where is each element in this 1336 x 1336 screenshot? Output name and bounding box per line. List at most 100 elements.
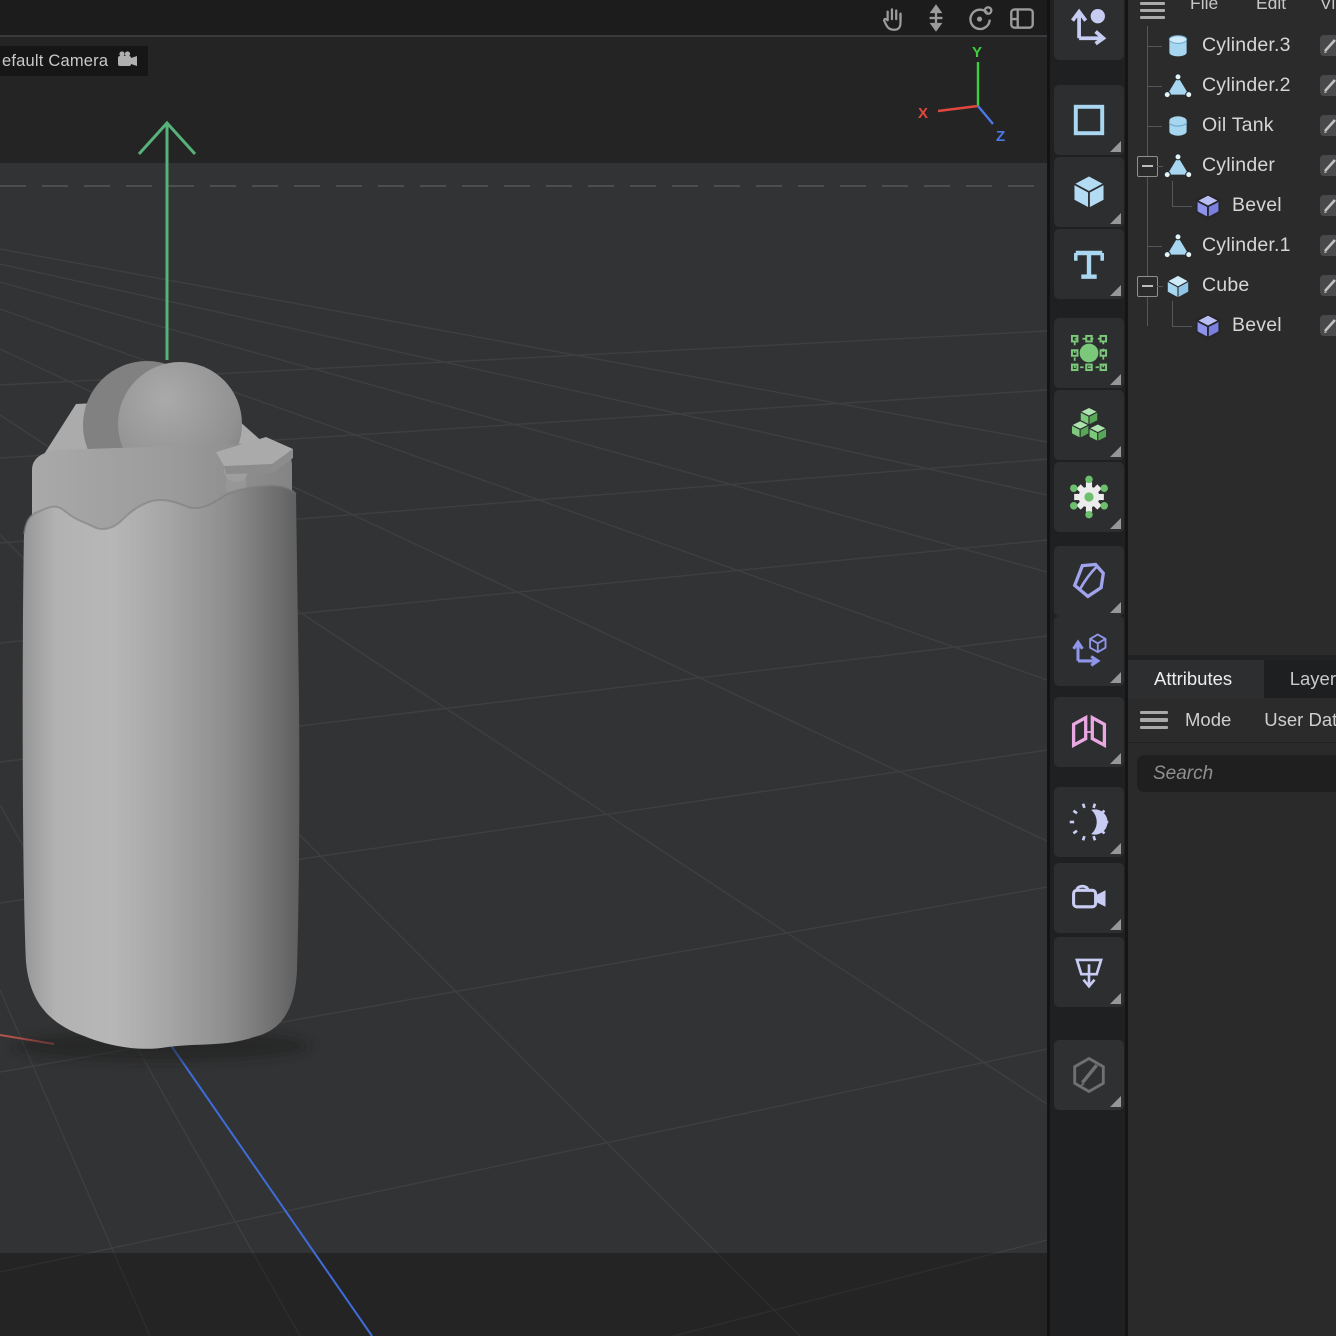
gizmo-y-label: Y — [972, 44, 982, 61]
object-row-bevel[interactable]: Bevel — [1128, 186, 1336, 226]
viewport-scene[interactable]: Y X Z — [0, 0, 1047, 1336]
flyout-corner — [1110, 446, 1121, 457]
polygon-object-icon — [1164, 152, 1192, 180]
pan-hand-icon[interactable] — [878, 3, 908, 33]
edit-toggle-icon[interactable] — [1320, 275, 1336, 296]
edit-toggle-icon[interactable] — [1320, 155, 1336, 176]
generator-gear-button[interactable] — [1054, 462, 1124, 532]
subdivision-surface-button[interactable] — [1054, 318, 1124, 388]
stage-object-button[interactable] — [1054, 937, 1124, 1007]
axis-modify-icon — [1067, 629, 1111, 673]
camera-label: efault Camera — [2, 52, 108, 71]
generator-gear-icon — [1067, 475, 1111, 519]
viewport-topbar — [0, 0, 1047, 37]
expander-minus[interactable] — [1137, 276, 1158, 297]
flyout-corner — [1110, 374, 1121, 385]
dolly-zoom-icon[interactable] — [921, 3, 951, 33]
object-row-bevel[interactable]: Bevel — [1128, 306, 1336, 346]
object-label: Cylinder.1 — [1202, 234, 1291, 257]
flyout-corner — [1110, 285, 1121, 296]
edit-toggle-icon[interactable] — [1320, 115, 1336, 136]
viewport-nav-tools — [878, 3, 1047, 33]
orbit-rotate-icon[interactable] — [964, 3, 994, 33]
tree-stub — [1147, 86, 1162, 87]
rectangle-spline-icon — [1067, 98, 1111, 142]
tree-stub — [1157, 166, 1163, 167]
tree-stub — [1157, 286, 1163, 287]
flyout-corner — [1110, 672, 1121, 683]
om-menu-edit[interactable]: Edit — [1256, 0, 1286, 14]
side-toolbar — [1047, 0, 1128, 1336]
rectangle-spline-button[interactable] — [1054, 85, 1124, 155]
sky-environment-button[interactable] — [1054, 787, 1124, 857]
attribute-menu-icon[interactable] — [1140, 707, 1168, 734]
object-label: Bevel — [1232, 194, 1282, 217]
stage-object-icon — [1067, 950, 1111, 994]
flyout-corner — [1110, 753, 1121, 764]
symmetry-icon — [1067, 710, 1111, 754]
lighter-model[interactable] — [14, 361, 310, 1061]
attribute-tabbar: AttributesLayer — [1128, 660, 1336, 698]
cube-primitive-icon — [1067, 170, 1111, 214]
axis-modify-button[interactable] — [1054, 616, 1124, 686]
edit-toggle-icon[interactable] — [1320, 195, 1336, 216]
attribute-menurow: Mode User Data — [1128, 698, 1336, 743]
move-tool-button[interactable] — [1054, 0, 1124, 60]
search-input[interactable]: Search — [1137, 755, 1336, 792]
cube-object-icon — [1164, 272, 1192, 300]
move-tool-icon — [1067, 3, 1111, 47]
tree-child-vline — [1172, 181, 1173, 206]
cinema4d-window: Y X Z efault Camera File Edit View Cylinde… — [0, 0, 1336, 1336]
flyout-corner — [1110, 213, 1121, 224]
camera-object-button[interactable] — [1054, 863, 1124, 933]
oil-tank-object-icon — [1164, 112, 1192, 140]
edit-toggle-icon[interactable] — [1320, 35, 1336, 56]
edit-toggle-icon[interactable] — [1320, 235, 1336, 256]
tab-attributes[interactable]: Attributes — [1128, 660, 1264, 698]
symmetry-button[interactable] — [1054, 697, 1124, 767]
tree-child-hline — [1172, 326, 1192, 327]
om-menu-view[interactable]: View — [1320, 0, 1336, 14]
object-label: Cylinder.2 — [1202, 74, 1291, 97]
flyout-corner — [1110, 518, 1121, 529]
object-manager: FileEditView Cylinder.3Cylinder.2Oil Tan… — [1128, 0, 1336, 655]
object-label: Cylinder — [1202, 154, 1275, 177]
om-menu-file[interactable]: File — [1190, 0, 1218, 14]
mode-menu[interactable]: Mode — [1185, 709, 1231, 731]
object-manager-menubar: File Edit View — [1128, 0, 1336, 23]
viewport[interactable]: Y X Z efault Camera — [0, 0, 1047, 1336]
right-panel: FileEditView Cylinder.3Cylinder.2Oil Tan… — [1128, 0, 1336, 1336]
tab-layer[interactable]: Layer — [1264, 660, 1336, 698]
flyout-corner — [1110, 141, 1121, 152]
toggle-layout-icon[interactable] — [1007, 3, 1037, 33]
cylinder-object-icon — [1164, 32, 1192, 60]
object-manager-menu-icon[interactable] — [1140, 2, 1165, 23]
tree-child-vline — [1172, 301, 1173, 326]
object-label: Bevel — [1232, 314, 1282, 337]
tree-stub — [1147, 246, 1162, 247]
bend-deformer-button[interactable] — [1054, 546, 1124, 616]
sky-environment-icon — [1067, 800, 1111, 844]
user-data-menu[interactable]: User Data — [1264, 709, 1336, 731]
object-label: Oil Tank — [1202, 114, 1274, 137]
flyout-corner — [1110, 843, 1121, 854]
edit-toggle-icon[interactable] — [1320, 315, 1336, 336]
edit-pencil-icon — [1067, 1053, 1111, 1097]
flyout-corner — [1110, 1096, 1121, 1107]
tree-child-hline — [1172, 206, 1192, 207]
edit-pencil-button[interactable] — [1054, 1040, 1124, 1110]
gizmo-x-label: X — [918, 105, 928, 122]
search-placeholder: Search — [1137, 763, 1213, 785]
text-tool-button[interactable] — [1054, 229, 1124, 299]
expander-minus[interactable] — [1137, 156, 1158, 177]
cube-primitive-button[interactable] — [1054, 157, 1124, 227]
tree-stub — [1147, 46, 1162, 47]
camera-dropdown[interactable]: efault Camera — [0, 46, 148, 76]
subdivision-surface-icon — [1067, 331, 1111, 375]
attribute-manager: AttributesLayer Mode User Data Search — [1128, 655, 1336, 1336]
volume-cubes-button[interactable] — [1054, 390, 1124, 460]
object-label: Cube — [1202, 274, 1249, 297]
edit-toggle-icon[interactable] — [1320, 75, 1336, 96]
safe-frame-band-top — [0, 37, 1047, 163]
bevel-object-icon — [1194, 192, 1222, 220]
